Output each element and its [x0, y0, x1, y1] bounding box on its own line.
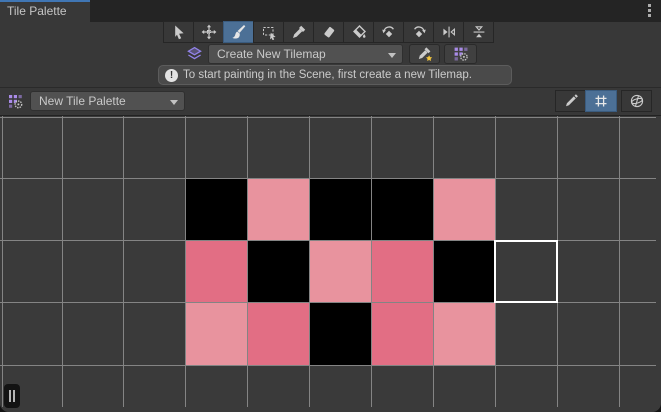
hovered-cell-outline [494, 240, 558, 303]
flip-vertical-tool-button[interactable] [463, 21, 494, 43]
tile-palette-window: Tile Palette Create New Tilemap ! To sta… [0, 0, 661, 412]
rotate-cw-tool-button[interactable] [403, 21, 434, 43]
info-icon: ! [165, 69, 178, 82]
chevron-down-icon [170, 100, 178, 105]
painted-tile-black[interactable] [248, 241, 309, 302]
painted-tile-black[interactable] [434, 241, 495, 302]
info-message: ! To start painting in the Scene, first … [158, 65, 512, 85]
tile-palette-settings-button[interactable] [444, 44, 477, 64]
window-title: Tile Palette [7, 4, 67, 18]
palette-dropdown[interactable]: New Tile Palette [30, 91, 185, 111]
tool-strip [163, 21, 494, 43]
chevron-down-icon [388, 53, 396, 58]
flip-vertical-tool-icon [471, 24, 487, 40]
edit-palette-button[interactable] [555, 90, 586, 112]
palette-canvas[interactable] [0, 116, 661, 412]
palette-toggle-group [555, 90, 652, 112]
gizmo-toggle-icon [629, 93, 645, 109]
tile-palette-icon [7, 93, 24, 110]
paintbrush-tool-icon [231, 24, 247, 40]
painted-tile-black[interactable] [372, 179, 433, 240]
pick-new-brush-button[interactable] [409, 44, 440, 64]
painted-tile-pink[interactable] [248, 179, 309, 240]
painted-tile-pink[interactable] [434, 179, 495, 240]
rotate-ccw-tool-button[interactable] [373, 21, 404, 43]
titlebar: Tile Palette [0, 0, 661, 22]
overlay-drag-handle[interactable] [4, 384, 20, 408]
painted-tile-rose[interactable] [186, 241, 247, 302]
rotate-cw-tool-icon [411, 24, 427, 40]
painted-tile-rose[interactable] [248, 303, 309, 365]
painted-tile-black[interactable] [310, 179, 371, 240]
grid-line [62, 116, 63, 407]
paintbrush-tool-button[interactable] [223, 21, 254, 43]
eraser-tool-icon [321, 24, 337, 40]
tile-picker-tool-icon [291, 24, 307, 40]
tab-tile-palette[interactable]: Tile Palette [0, 0, 90, 22]
grid-line [0, 365, 656, 366]
tilemap-dropdown[interactable]: Create New Tilemap [208, 44, 403, 64]
move-tool-button[interactable] [193, 21, 224, 43]
painted-tile-rose[interactable] [372, 241, 433, 302]
grid-toggle-button[interactable] [585, 90, 617, 112]
gizmo-toggle-button[interactable] [621, 90, 652, 112]
eraser-tool-button[interactable] [313, 21, 344, 43]
tile-picker-tool-button[interactable] [283, 21, 314, 43]
box-fill-tool-icon [261, 24, 277, 40]
rotate-ccw-tool-icon [381, 24, 397, 40]
select-tool-button[interactable] [163, 21, 194, 43]
select-tool-icon [171, 24, 187, 40]
tilemap-dropdown-value: Create New Tilemap [217, 47, 326, 61]
painted-tile-black[interactable] [310, 303, 371, 365]
grid-line [619, 116, 620, 407]
grid-toggle-icon [593, 93, 609, 109]
fill-bucket-tool-icon [351, 24, 367, 40]
painted-tile-pink[interactable] [434, 303, 495, 365]
grid-line [2, 116, 3, 407]
move-tool-icon [201, 24, 217, 40]
grid-line [0, 117, 656, 118]
info-message-text: To start painting in the Scene, first cr… [183, 69, 472, 81]
painted-tile-pink[interactable] [186, 303, 247, 365]
box-fill-tool-button[interactable] [253, 21, 284, 43]
flip-horizontal-tool-icon [441, 24, 457, 40]
painted-tile-pink[interactable] [310, 241, 371, 302]
grid-line [123, 116, 124, 407]
flip-horizontal-tool-button[interactable] [433, 21, 464, 43]
kebab-menu-icon[interactable] [644, 4, 654, 18]
palette-dropdown-value: New Tile Palette [39, 94, 126, 108]
tilemap-layers-icon [186, 45, 203, 62]
edit-palette-icon [563, 93, 579, 109]
fill-bucket-tool-button[interactable] [343, 21, 374, 43]
painted-tile-rose[interactable] [372, 303, 433, 365]
painted-tile-black[interactable] [186, 179, 247, 240]
